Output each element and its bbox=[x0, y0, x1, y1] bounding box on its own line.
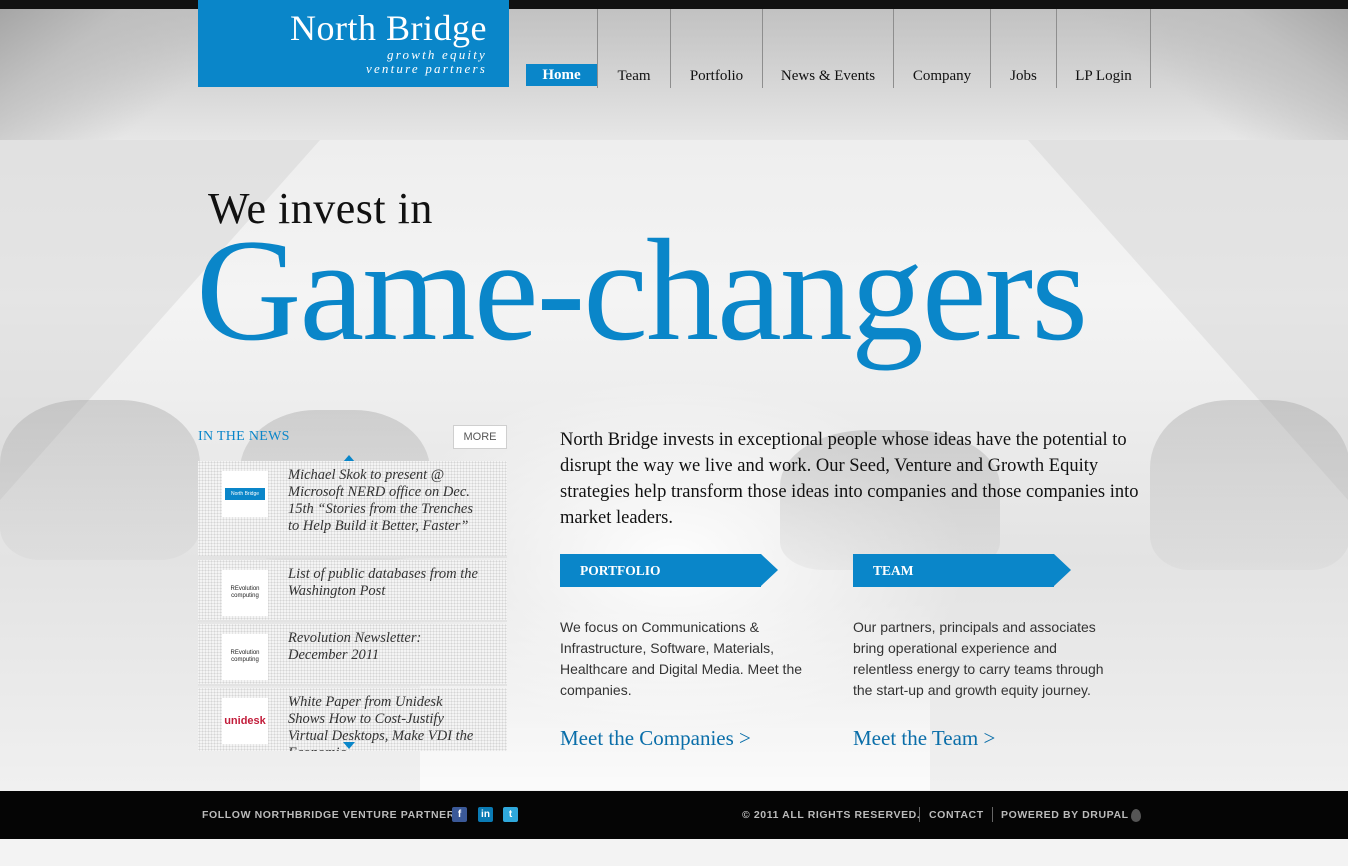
news-thumbnail: unidesk bbox=[222, 698, 268, 744]
footer-contact-link[interactable]: CONTACT bbox=[929, 809, 984, 821]
portfolio-heading[interactable]: PORTFOLIO bbox=[560, 554, 778, 587]
background-chair bbox=[1150, 400, 1348, 570]
page-bottom bbox=[0, 839, 1348, 866]
nav-item-company[interactable]: Company bbox=[893, 9, 990, 88]
site-logo[interactable]: North Bridge growth equity venture partn… bbox=[198, 0, 509, 87]
logo-tagline-2: venture partners bbox=[365, 61, 487, 76]
footer-follow-label: FOLLOW NORTHBRIDGE VENTURE PARTNERS bbox=[202, 809, 463, 821]
background-chair bbox=[0, 400, 200, 560]
revolution-logo: REvolution computing bbox=[230, 650, 260, 663]
footer-powered-by[interactable]: POWERED BY DRUPAL bbox=[1001, 809, 1129, 821]
hero-headline: Game-changers bbox=[196, 209, 1088, 371]
meet-companies-link[interactable]: Meet the Companies > bbox=[560, 726, 751, 751]
news-thumbnail: REvolution computing bbox=[222, 634, 268, 680]
team-heading[interactable]: TEAM bbox=[853, 554, 1071, 587]
scroll-down-icon[interactable] bbox=[343, 742, 355, 749]
news-thumbnail: REvolution computing bbox=[222, 570, 268, 616]
nav-item-label: Team bbox=[617, 68, 651, 84]
nav-divider bbox=[1150, 9, 1151, 88]
news-section-title: IN THE NEWS bbox=[198, 429, 290, 444]
footer-divider bbox=[919, 807, 920, 822]
footer-copyright: © 2011 ALL RIGHTS RESERVED. bbox=[742, 809, 921, 821]
nav-item-team[interactable]: Team bbox=[597, 9, 670, 88]
nav-item-label: Jobs bbox=[1010, 68, 1037, 84]
news-more-button[interactable]: MORE bbox=[453, 425, 507, 449]
news-item-text: Michael Skok to present @ Microsoft NERD… bbox=[288, 467, 474, 534]
drupal-icon bbox=[1131, 809, 1141, 822]
team-description: Our partners, principals and associates … bbox=[853, 619, 1104, 698]
nav-item-lp-login[interactable]: LP Login bbox=[1056, 9, 1150, 88]
nav-item-jobs[interactable]: Jobs bbox=[990, 9, 1056, 88]
portfolio-description: We focus on Communications & Infrastruct… bbox=[560, 619, 803, 698]
linkedin-icon[interactable]: in bbox=[478, 807, 493, 822]
logo-name: North Bridge bbox=[290, 8, 487, 48]
news-list[interactable]: North Bridge Michael Skok to present @ M… bbox=[198, 461, 507, 751]
meet-team-link[interactable]: Meet the Team > bbox=[853, 726, 995, 751]
news-item[interactable]: North Bridge Michael Skok to present @ M… bbox=[198, 461, 507, 558]
footer: FOLLOW NORTHBRIDGE VENTURE PARTNERS f in… bbox=[0, 791, 1348, 839]
facebook-icon[interactable]: f bbox=[452, 807, 467, 822]
nav-item-label: News & Events bbox=[780, 68, 876, 84]
unidesk-logo: unidesk bbox=[224, 715, 266, 727]
news-item-text: Revolution Newsletter: December 2011 bbox=[288, 630, 422, 663]
footer-divider bbox=[992, 807, 993, 822]
news-thumbnail: North Bridge bbox=[222, 471, 268, 517]
twitter-icon[interactable]: t bbox=[503, 807, 518, 822]
intro-paragraph: North Bridge invests in exceptional peop… bbox=[560, 430, 1139, 528]
north-bridge-logo: North Bridge bbox=[225, 488, 265, 500]
nav-item-label: Portfolio bbox=[689, 68, 744, 84]
nav-item-label: LP Login bbox=[1075, 68, 1132, 84]
news-item[interactable]: REvolution computing Revolution Newslett… bbox=[198, 624, 507, 686]
news-item[interactable]: REvolution computing List of public data… bbox=[198, 560, 507, 622]
nav-item-portfolio[interactable]: Portfolio bbox=[670, 9, 762, 88]
news-item-text: List of public databases from the Washin… bbox=[288, 566, 478, 599]
nav-item-label: Home bbox=[526, 64, 597, 86]
nav-item-label: Company bbox=[912, 68, 972, 84]
revolution-logo: REvolution computing bbox=[230, 586, 260, 599]
logo-tagline-1: growth equity bbox=[387, 47, 487, 62]
nav-item-home[interactable]: Home bbox=[526, 9, 597, 88]
nav-item-news-events[interactable]: News & Events bbox=[762, 9, 893, 88]
news-item-text: White Paper from Unidesk Shows How to Co… bbox=[288, 694, 474, 751]
